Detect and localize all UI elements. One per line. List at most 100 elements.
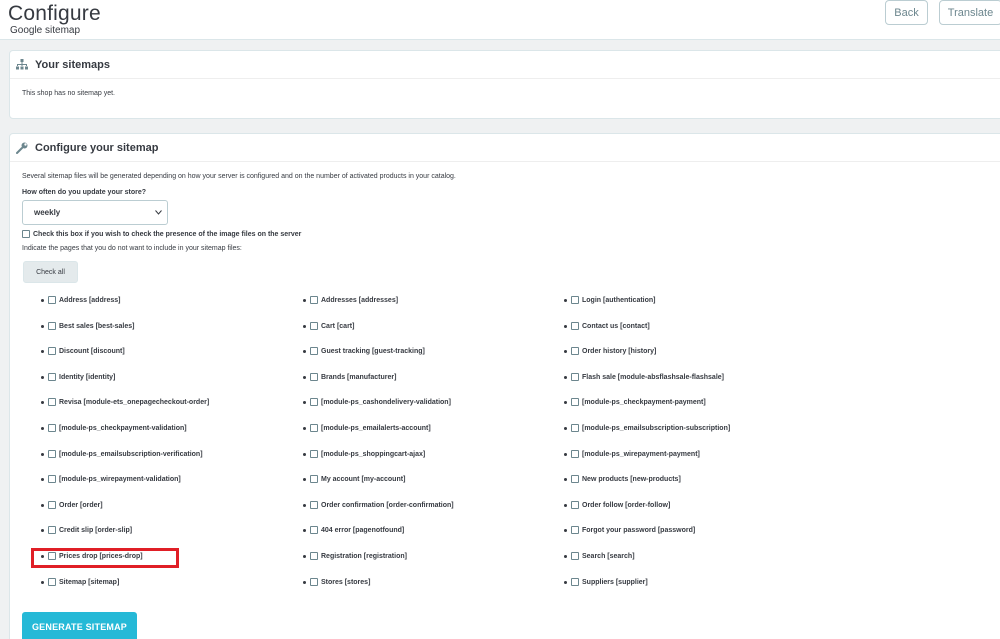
page-exclude-checkbox[interactable] bbox=[571, 475, 579, 483]
page-exclude-checkbox[interactable] bbox=[310, 296, 318, 304]
page-exclude-item: Search [search] bbox=[564, 552, 635, 560]
page-exclude-label: [module-ps_cashondelivery-validation] bbox=[321, 398, 451, 406]
bullet-icon bbox=[564, 554, 567, 558]
page-exclude-checkbox[interactable] bbox=[571, 424, 579, 432]
page-exclude-item: [module-ps_emailsubscription-subscriptio… bbox=[564, 424, 730, 432]
bullet-icon bbox=[303, 580, 306, 584]
no-sitemap-message: This shop has no sitemap yet. bbox=[22, 90, 115, 97]
page-exclude-label: My account [my-account] bbox=[321, 475, 406, 483]
page-exclude-checkbox[interactable] bbox=[48, 450, 56, 458]
frequency-label: How often do you update your store? bbox=[22, 189, 147, 196]
page-exclude-item: [module-ps_shoppingcart-ajax] bbox=[303, 450, 425, 458]
page-exclude-checkbox[interactable] bbox=[571, 450, 579, 458]
bullet-icon bbox=[564, 324, 567, 328]
page-exclude-label: Registration [registration] bbox=[321, 552, 407, 560]
page-exclude-label: [module-ps_emailsubscription-subscriptio… bbox=[582, 424, 731, 432]
page-exclude-label: Search [search] bbox=[582, 552, 635, 560]
bullet-icon bbox=[564, 298, 567, 302]
page-exclude-label: Cart [cart] bbox=[321, 322, 355, 330]
page-exclude-label: Sitemap [sitemap] bbox=[59, 578, 120, 586]
page-exclude-item: Brands [manufacturer] bbox=[303, 373, 396, 381]
bullet-icon bbox=[41, 349, 44, 353]
bullet-icon bbox=[41, 477, 44, 481]
bullet-icon bbox=[564, 452, 567, 456]
page-exclude-label: Address [address] bbox=[59, 296, 121, 304]
page-exclude-checkbox[interactable] bbox=[571, 552, 579, 560]
bullet-icon bbox=[303, 324, 306, 328]
page-exclude-checkbox[interactable] bbox=[310, 347, 318, 355]
page-exclude-item: Order follow [order-follow] bbox=[564, 501, 670, 509]
page-exclude-label: Identity [identity] bbox=[59, 373, 116, 381]
bullet-icon bbox=[303, 528, 306, 532]
bullet-icon bbox=[564, 477, 567, 481]
page-exclude-item: Order confirmation [order-confirmation] bbox=[303, 501, 454, 509]
configure-sitemap-title: Configure your sitemap bbox=[35, 141, 159, 154]
bullet-icon bbox=[564, 580, 567, 584]
page-exclude-item: Flash sale [module-absflashsale-flashsal… bbox=[564, 373, 724, 381]
page-exclude-checkbox[interactable] bbox=[571, 296, 579, 304]
page-header: Configure Google sitemap Back Translate bbox=[0, 0, 1000, 40]
page-exclude-item: Forgot your password [password] bbox=[564, 526, 695, 534]
page-exclude-checkbox[interactable] bbox=[310, 398, 318, 406]
page-exclude-checkbox[interactable] bbox=[310, 373, 318, 381]
back-button[interactable]: Back bbox=[885, 0, 928, 25]
frequency-value: weekly bbox=[34, 208, 61, 217]
page-exclude-checkbox[interactable] bbox=[571, 347, 579, 355]
indicate-text: Indicate the pages that you do not want … bbox=[22, 245, 242, 252]
page-exclude-item: 404 error [pagenotfound] bbox=[303, 526, 404, 534]
page-exclude-checkbox[interactable] bbox=[48, 424, 56, 432]
page-exclude-checkbox[interactable] bbox=[310, 552, 318, 560]
page-exclude-label: New products [new-products] bbox=[582, 475, 681, 483]
page-exclude-checkbox[interactable] bbox=[48, 501, 56, 509]
page-exclude-item: Addresses [addresses] bbox=[303, 296, 398, 304]
page-exclude-label: Order [order] bbox=[59, 501, 103, 509]
page-exclude-checkbox[interactable] bbox=[310, 475, 318, 483]
page-exclude-label: [module-ps_shoppingcart-ajax] bbox=[321, 450, 426, 458]
page-exclude-item: Login [authentication] bbox=[564, 296, 656, 304]
page-exclude-checkbox[interactable] bbox=[571, 578, 579, 586]
page-exclude-item: [module-ps_checkpayment-payment] bbox=[564, 398, 706, 406]
page-exclude-checkbox[interactable] bbox=[571, 398, 579, 406]
bullet-icon bbox=[303, 298, 306, 302]
page-exclude-label: [module-ps_emailsubscription-verificatio… bbox=[59, 450, 203, 458]
page-exclude-checkbox[interactable] bbox=[48, 526, 56, 534]
page-exclude-label: Contact us [contact] bbox=[582, 322, 650, 330]
sitemap-icon bbox=[16, 59, 28, 70]
page-exclude-checkbox[interactable] bbox=[571, 322, 579, 330]
page-exclude-checkbox[interactable] bbox=[48, 296, 56, 304]
page-exclude-checkbox[interactable] bbox=[48, 347, 56, 355]
page-exclude-checkbox[interactable] bbox=[571, 501, 579, 509]
page-exclude-checkbox[interactable] bbox=[48, 475, 56, 483]
page-exclude-checkbox[interactable] bbox=[571, 526, 579, 534]
page-exclude-checkbox[interactable] bbox=[48, 578, 56, 586]
page-exclude-checkbox[interactable] bbox=[310, 450, 318, 458]
page-exclude-label: Login [authentication] bbox=[582, 296, 656, 304]
page-exclude-checkbox[interactable] bbox=[310, 322, 318, 330]
page-exclude-checkbox[interactable] bbox=[571, 373, 579, 381]
page-exclude-label: Forgot your password [password] bbox=[582, 526, 696, 534]
page-exclude-item: Guest tracking [guest-tracking] bbox=[303, 347, 425, 355]
page-exclude-label: [module-ps_wirepayment-validation] bbox=[59, 475, 181, 483]
page-exclude-label: Addresses [addresses] bbox=[321, 296, 399, 304]
bullet-icon bbox=[41, 298, 44, 302]
page-exclude-checkbox[interactable] bbox=[310, 501, 318, 509]
page-exclude-checkbox[interactable] bbox=[310, 526, 318, 534]
image-check-row: Check this box if you wish to check the … bbox=[22, 230, 301, 238]
page-exclude-checkbox[interactable] bbox=[310, 578, 318, 586]
page-subtitle: Google sitemap bbox=[10, 25, 81, 36]
page-exclude-item: Revisa [module-ets_onepagecheckout-order… bbox=[41, 398, 209, 406]
page-exclude-label: Credit slip [order-slip] bbox=[59, 526, 133, 534]
translate-button[interactable]: Translate bbox=[939, 0, 1000, 25]
generate-sitemap-button[interactable]: GENERATE SITEMAP bbox=[22, 612, 137, 639]
page-exclude-checkbox[interactable] bbox=[310, 424, 318, 432]
check-all-button[interactable]: Check all bbox=[23, 261, 78, 283]
page-exclude-checkbox[interactable] bbox=[48, 398, 56, 406]
frequency-select[interactable]: weekly bbox=[22, 200, 168, 225]
page-exclude-checkbox[interactable] bbox=[48, 373, 56, 381]
image-check-checkbox[interactable] bbox=[22, 230, 30, 238]
page-exclude-label: [module-ps_checkpayment-payment] bbox=[582, 398, 706, 406]
page-exclude-item: Discount [discount] bbox=[41, 347, 125, 355]
page-exclude-checkbox[interactable] bbox=[48, 322, 56, 330]
bullet-icon bbox=[564, 375, 567, 379]
bullet-icon bbox=[303, 452, 306, 456]
